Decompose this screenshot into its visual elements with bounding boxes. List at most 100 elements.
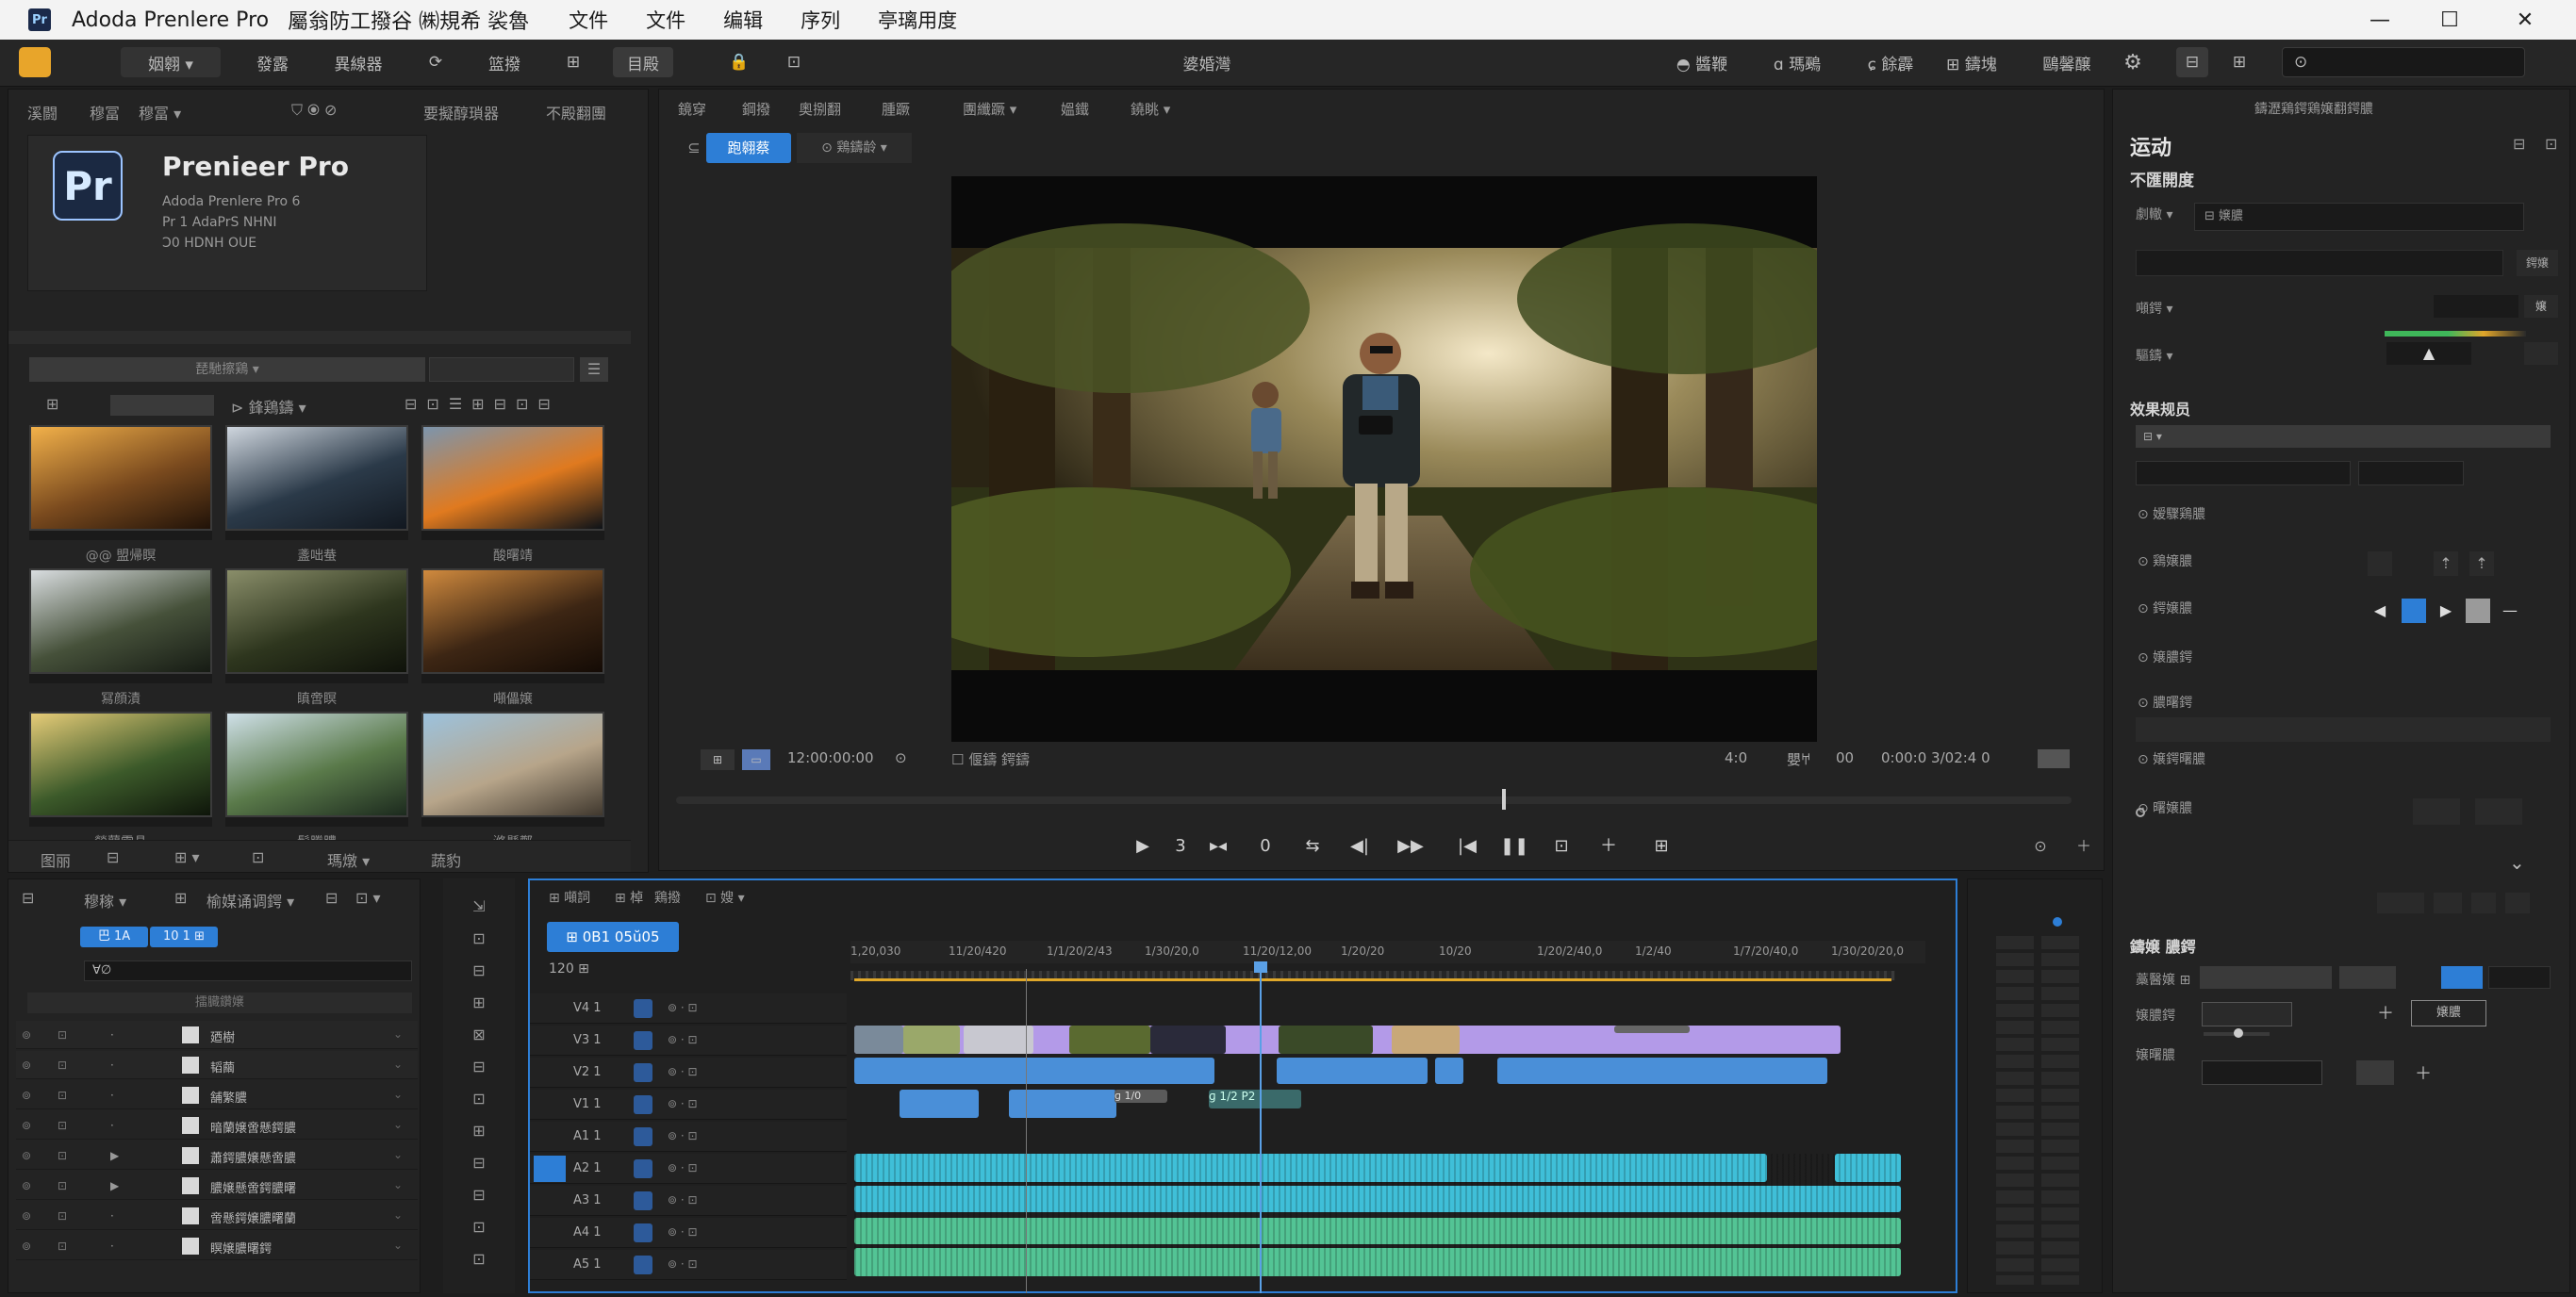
frame-icon[interactable]: ⊡ bbox=[775, 47, 813, 77]
thumbnail-6[interactable] bbox=[421, 568, 604, 674]
track-controls[interactable]: ⊚ · ⊡ bbox=[668, 1161, 698, 1174]
video-thumb[interactable] bbox=[903, 1026, 960, 1054]
ec-btn-1[interactable] bbox=[2368, 551, 2392, 576]
ec-row-2-btn[interactable]: 鍔嬢 bbox=[2517, 250, 2558, 276]
toolbar-item-1[interactable]: 發露 bbox=[239, 47, 305, 77]
list-item[interactable]: ⊚ ⊡ · 瞑嬢膿曙鍔 ⌄ bbox=[16, 1232, 418, 1260]
ec-row-1-select[interactable]: ⊟ 嬢膿 bbox=[2194, 203, 2524, 231]
monitor-tab-4[interactable]: 腫蹶 bbox=[882, 99, 910, 119]
timeline-tab-4[interactable]: ⊡ 嫂 ▾ bbox=[705, 888, 745, 907]
thumbnail-4[interactable] bbox=[29, 568, 212, 674]
row-expand-icon[interactable]: · bbox=[110, 1119, 114, 1132]
thumbnail-2[interactable] bbox=[225, 425, 408, 531]
row-eye-icon[interactable]: ⊚ bbox=[22, 1059, 31, 1072]
refresh-icon[interactable]: ⟳ bbox=[417, 47, 454, 77]
settings-btn[interactable] bbox=[2038, 749, 2070, 768]
video-thumb[interactable] bbox=[1279, 1026, 1373, 1054]
close-icon[interactable]: ✕ bbox=[2497, 4, 2553, 36]
lock-icon[interactable]: 🔒 bbox=[720, 47, 758, 77]
toolbar-right-2[interactable]: ɑ 瑪鵐 bbox=[1769, 47, 1825, 77]
video-thumb[interactable] bbox=[1150, 1026, 1226, 1054]
minimize-icon[interactable]: — bbox=[2352, 4, 2408, 36]
bin-view-icon[interactable]: ⊞ bbox=[46, 395, 58, 413]
bottom-item-2[interactable]: ⊟ bbox=[107, 848, 119, 866]
ec-btn-d3[interactable] bbox=[2471, 893, 2496, 913]
mb-tab-2[interactable]: 穆稼 ▾ bbox=[84, 889, 126, 911]
thumbnail-8[interactable] bbox=[225, 712, 408, 817]
menu-file[interactable]: 文件 bbox=[569, 6, 608, 34]
ec-btn-d4[interactable] bbox=[2505, 893, 2530, 913]
workspace-name[interactable]: 婆婚灣 bbox=[1150, 47, 1263, 77]
mb-tab-1[interactable]: ⊟ bbox=[22, 889, 34, 907]
track-controls[interactable]: ⊚ · ⊡ bbox=[668, 1257, 698, 1271]
zoom-level[interactable]: 4:0 bbox=[1725, 749, 1747, 766]
mb-tab-4[interactable]: 榆媒诵调鍔 ▾ bbox=[206, 889, 294, 911]
tab-effects[interactable]: 要擬醇瑣器 bbox=[423, 101, 499, 123]
thumbnail-3[interactable] bbox=[421, 425, 604, 531]
timeline-tab-1[interactable]: ⊞ 噸詞 bbox=[549, 888, 590, 907]
toolbar-right-1[interactable]: ◓ 醬鞭 bbox=[1669, 47, 1735, 77]
track-controls[interactable]: ⊚ · ⊡ bbox=[668, 1001, 698, 1014]
bottom-item-3[interactable]: ⊞ ▾ bbox=[174, 848, 200, 866]
track-header[interactable]: A2 1 ⊚ · ⊡ bbox=[530, 1154, 847, 1184]
panel-menu-icon[interactable]: ⊟ bbox=[2513, 135, 2525, 153]
safe-margin-btn[interactable]: ▭ bbox=[742, 749, 770, 770]
track-controls[interactable]: ⊚ · ⊡ bbox=[668, 1129, 698, 1142]
row-lock-icon[interactable]: ⊡ bbox=[58, 1059, 67, 1072]
menu-edit[interactable]: 编辑 bbox=[723, 6, 763, 34]
monitor-tab-2[interactable]: 鋼撥 bbox=[742, 99, 770, 119]
timeline-timecode[interactable]: 120 ⊞ bbox=[549, 961, 589, 977]
chevron-down-icon[interactable]: ⌄ bbox=[393, 1178, 403, 1191]
video-clip-v2[interactable] bbox=[854, 1058, 1214, 1084]
row-lock-icon[interactable]: ⊡ bbox=[58, 1028, 67, 1042]
tool-icon-2[interactable]: ⊡ bbox=[468, 929, 490, 952]
quality-level[interactable]: 嬰𐀀 bbox=[1787, 749, 1810, 769]
ec-collapse-icon[interactable]: ⌄ bbox=[2509, 851, 2525, 874]
ec-value-box[interactable] bbox=[2434, 295, 2518, 318]
list-item[interactable]: ⊚ ⊡ · 啻懸鍔嬢膿曙蘭 ⌄ bbox=[16, 1202, 418, 1230]
bin-search-input[interactable]: 琵馳擦鶏 ▾ bbox=[29, 357, 425, 382]
row-eye-icon[interactable]: ⊚ bbox=[22, 1089, 31, 1102]
list-item[interactable]: ⊚ ⊡ · 廼樹 ⌄ bbox=[16, 1021, 418, 1049]
monitor-timecode[interactable]: 12:00:00:00 bbox=[787, 749, 874, 766]
toolbar-item-2[interactable]: 異線器 bbox=[321, 47, 396, 77]
ec-bottom-select[interactable] bbox=[2488, 966, 2551, 989]
audio-clip-a2[interactable] bbox=[854, 1186, 1901, 1212]
transport-button-12[interactable]: ⊞ bbox=[1647, 832, 1676, 861]
row-lock-icon[interactable]: ⊡ bbox=[58, 1209, 67, 1223]
ec-field-b[interactable] bbox=[2358, 461, 2464, 485]
row-expand-icon[interactable]: · bbox=[110, 1240, 114, 1253]
toolbar-right-5[interactable]: 鷗馨醸 bbox=[2027, 47, 2106, 77]
monitor-dropdown[interactable]: ⊙ 鶏鑄龄 ▾ bbox=[797, 133, 912, 163]
grid-icon[interactable]: ⊞ bbox=[554, 47, 592, 77]
active-sequence-tab[interactable]: 跑翱蔡 bbox=[706, 133, 791, 163]
row-expand-icon[interactable]: · bbox=[110, 1089, 114, 1102]
track-target-icon[interactable] bbox=[634, 1063, 652, 1082]
ec-btn-c2[interactable] bbox=[2475, 798, 2522, 825]
monitor-tab-5[interactable]: 團纖蹶 ▾ bbox=[963, 99, 1016, 119]
ec-field-a[interactable] bbox=[2136, 461, 2351, 485]
monitor-menu-icon[interactable]: ⊆ bbox=[678, 135, 710, 161]
video-frame[interactable] bbox=[876, 176, 1904, 742]
tool-icon-1[interactable]: ⇲ bbox=[468, 897, 490, 920]
track-controls[interactable]: ⊚ · ⊡ bbox=[668, 1065, 698, 1078]
tab-project[interactable]: 溪闘 bbox=[27, 101, 58, 123]
row-lock-icon[interactable]: ⊡ bbox=[58, 1089, 67, 1102]
maximize-icon[interactable]: ☐ bbox=[2421, 4, 2478, 36]
track-target-icon[interactable] bbox=[634, 1256, 652, 1274]
bottom-item-4[interactable]: ⊡ bbox=[252, 848, 264, 866]
track-target-icon[interactable] bbox=[634, 1159, 652, 1178]
track-controls[interactable]: ⊚ · ⊡ bbox=[668, 1097, 698, 1110]
row-eye-icon[interactable]: ⊚ bbox=[22, 1028, 31, 1042]
row-eye-icon[interactable]: ⊚ bbox=[22, 1209, 31, 1223]
row-lock-icon[interactable]: ⊡ bbox=[58, 1240, 67, 1253]
ec-bottom-button[interactable]: 嬢膿 bbox=[2411, 1000, 2486, 1026]
zoom-btn[interactable]: ⊞ bbox=[701, 749, 735, 770]
audio-clip-a1[interactable] bbox=[1835, 1154, 1901, 1182]
track-header[interactable]: A5 1 ⊚ · ⊡ bbox=[530, 1250, 847, 1280]
ec-bottom-btn-2[interactable] bbox=[2356, 1060, 2394, 1085]
transport-button-11[interactable]: ＋ bbox=[1594, 832, 1623, 861]
transport-button-3[interactable]: ▸◂ bbox=[1204, 832, 1232, 861]
mb-tab-6[interactable]: ⊡ ▾ bbox=[355, 889, 381, 907]
audio-clip-a1[interactable] bbox=[854, 1154, 1767, 1182]
